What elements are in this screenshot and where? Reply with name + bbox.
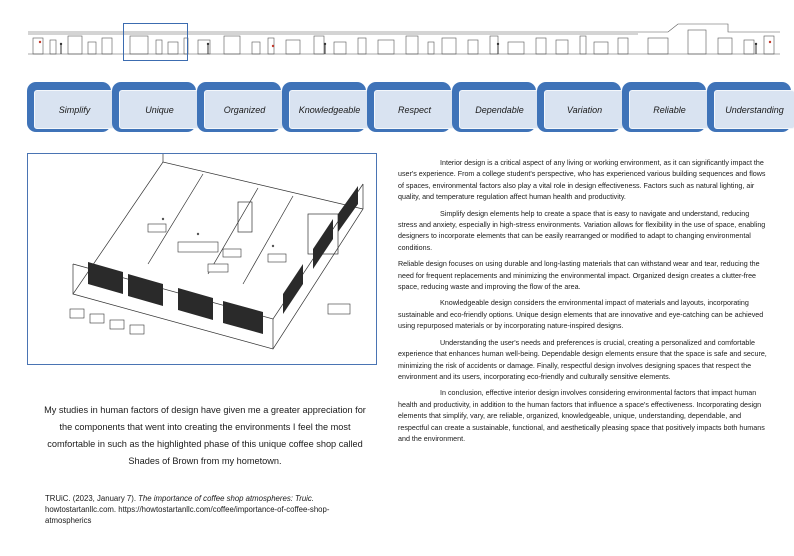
caption-text: My studies in human factors of design ha…	[44, 405, 366, 466]
tab-simplify: Simplify	[27, 82, 115, 132]
tab-dependable: Dependable	[452, 82, 540, 132]
essay-paragraph-3: Reliable design focuses on using durable…	[398, 260, 760, 292]
essay-paragraph-1: Interior design is a critical aspect of …	[398, 159, 766, 202]
tab-knowledgeable: Knowledgeable	[282, 82, 370, 132]
essay-paragraph-6: In conclusion, effective interior design…	[398, 389, 765, 443]
citation: TRUiC. (2023, January 7). The importance…	[45, 493, 375, 526]
citation-title: The importance of coffee shop atmosphere…	[138, 494, 314, 503]
highlighted-phase-frame	[123, 23, 188, 61]
isometric-drawing-svg	[69, 144, 364, 350]
tab-organized: Organized	[197, 82, 285, 132]
tab-reliable: Reliable	[622, 82, 710, 132]
isometric-floor-plan	[27, 144, 377, 365]
tab-unique: Unique	[112, 82, 200, 132]
tab-variation: Variation	[537, 82, 625, 132]
essay-paragraph-2: Simplify design elements help to create …	[398, 209, 766, 252]
essay-paragraph-4: Knowledgeable design considers the envir…	[398, 299, 764, 331]
citation-source: howtostartanllc.com. https://howtostarta…	[45, 505, 330, 525]
citation-authors: TRUiC. (2023, January 7).	[45, 494, 136, 503]
essay-paragraph-5: Understanding the user's needs and prefe…	[398, 338, 767, 381]
tab-understanding: Understanding	[707, 82, 794, 132]
essay-body: Interior design is a critical aspect of …	[398, 158, 770, 450]
tab-respect: Respect	[367, 82, 455, 132]
